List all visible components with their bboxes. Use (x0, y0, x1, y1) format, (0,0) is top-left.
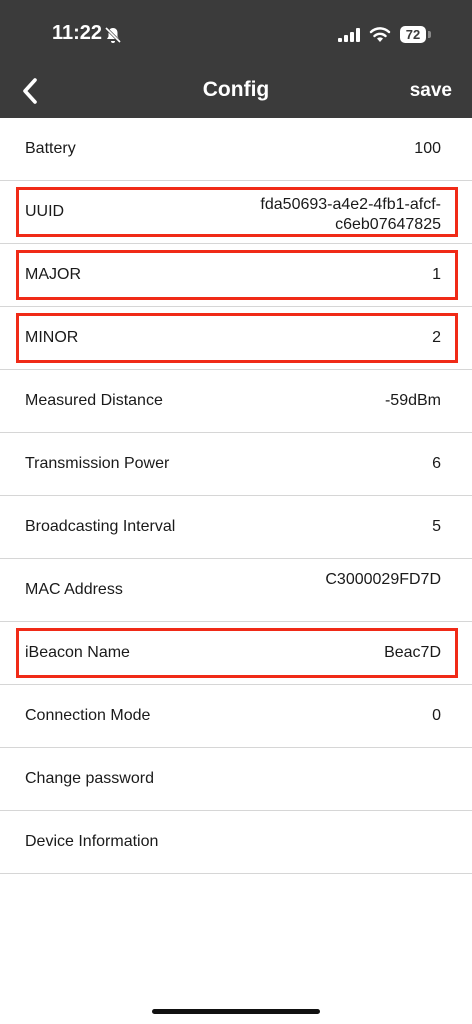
row-label: MAC Address (25, 581, 123, 598)
status-time: 11:22 (52, 22, 103, 44)
row-value: fda50693-a4e2-4fb1-afcf-c6eb07647825 (260, 196, 441, 233)
row-value: 2 (432, 329, 441, 346)
row-minor[interactable]: MINOR 2 (0, 307, 472, 370)
row-uuid[interactable]: UUID fda50693-a4e2-4fb1-afcf-c6eb0764782… (0, 181, 472, 244)
row-measured-distance[interactable]: Measured Distance -59dBm (0, 370, 472, 433)
cellular-signal-icon (338, 28, 360, 42)
row-major[interactable]: MAJOR 1 (0, 244, 472, 307)
row-value: 1 (432, 266, 441, 283)
row-label: Measured Distance (25, 392, 163, 409)
row-label: MINOR (25, 329, 79, 346)
battery-icon: 72 (400, 26, 432, 43)
wifi-icon (369, 27, 391, 42)
row-device-information[interactable]: Device Information (0, 811, 472, 874)
row-value: Beac7D (384, 644, 441, 661)
row-label: MAJOR (25, 266, 81, 283)
battery-level: 72 (400, 26, 426, 43)
row-transmission-power[interactable]: Transmission Power 6 (0, 433, 472, 496)
bell-muted-icon (104, 26, 122, 44)
row-broadcasting-interval[interactable]: Broadcasting Interval 5 (0, 496, 472, 559)
row-value: 100 (414, 140, 441, 157)
row-value: C3000029FD7D (325, 571, 441, 588)
row-label: UUID (25, 203, 65, 220)
save-button[interactable]: save (410, 80, 452, 102)
row-value: -59dBm (384, 392, 441, 409)
page-title: Config (202, 78, 270, 101)
row-value: 6 (432, 455, 441, 472)
row-label: Device Information (25, 833, 159, 850)
battery-tip (428, 31, 431, 38)
row-label: Battery (25, 140, 76, 157)
navigation-bar: 11:22 72 Config save (0, 0, 472, 118)
row-label: iBeacon Name (25, 644, 130, 661)
row-label: Transmission Power (25, 455, 170, 472)
row-label: Change password (25, 770, 154, 787)
row-battery[interactable]: Battery 100 (0, 118, 472, 181)
row-label: Broadcasting Interval (25, 518, 176, 535)
row-value: 5 (432, 518, 441, 535)
highlight-box (16, 250, 458, 300)
home-indicator[interactable] (152, 1009, 320, 1014)
highlight-box (16, 313, 458, 363)
row-label: Connection Mode (25, 707, 151, 724)
config-list: Battery 100 UUID fda50693-a4e2-4fb1-afcf… (0, 118, 472, 874)
row-mac-address[interactable]: MAC Address C3000029FD7D (0, 559, 472, 622)
row-ibeacon-name[interactable]: iBeacon Name Beac7D (0, 622, 472, 685)
row-connection-mode[interactable]: Connection Mode 0 (0, 685, 472, 748)
row-value: 0 (432, 707, 441, 724)
row-change-password[interactable]: Change password (0, 748, 472, 811)
